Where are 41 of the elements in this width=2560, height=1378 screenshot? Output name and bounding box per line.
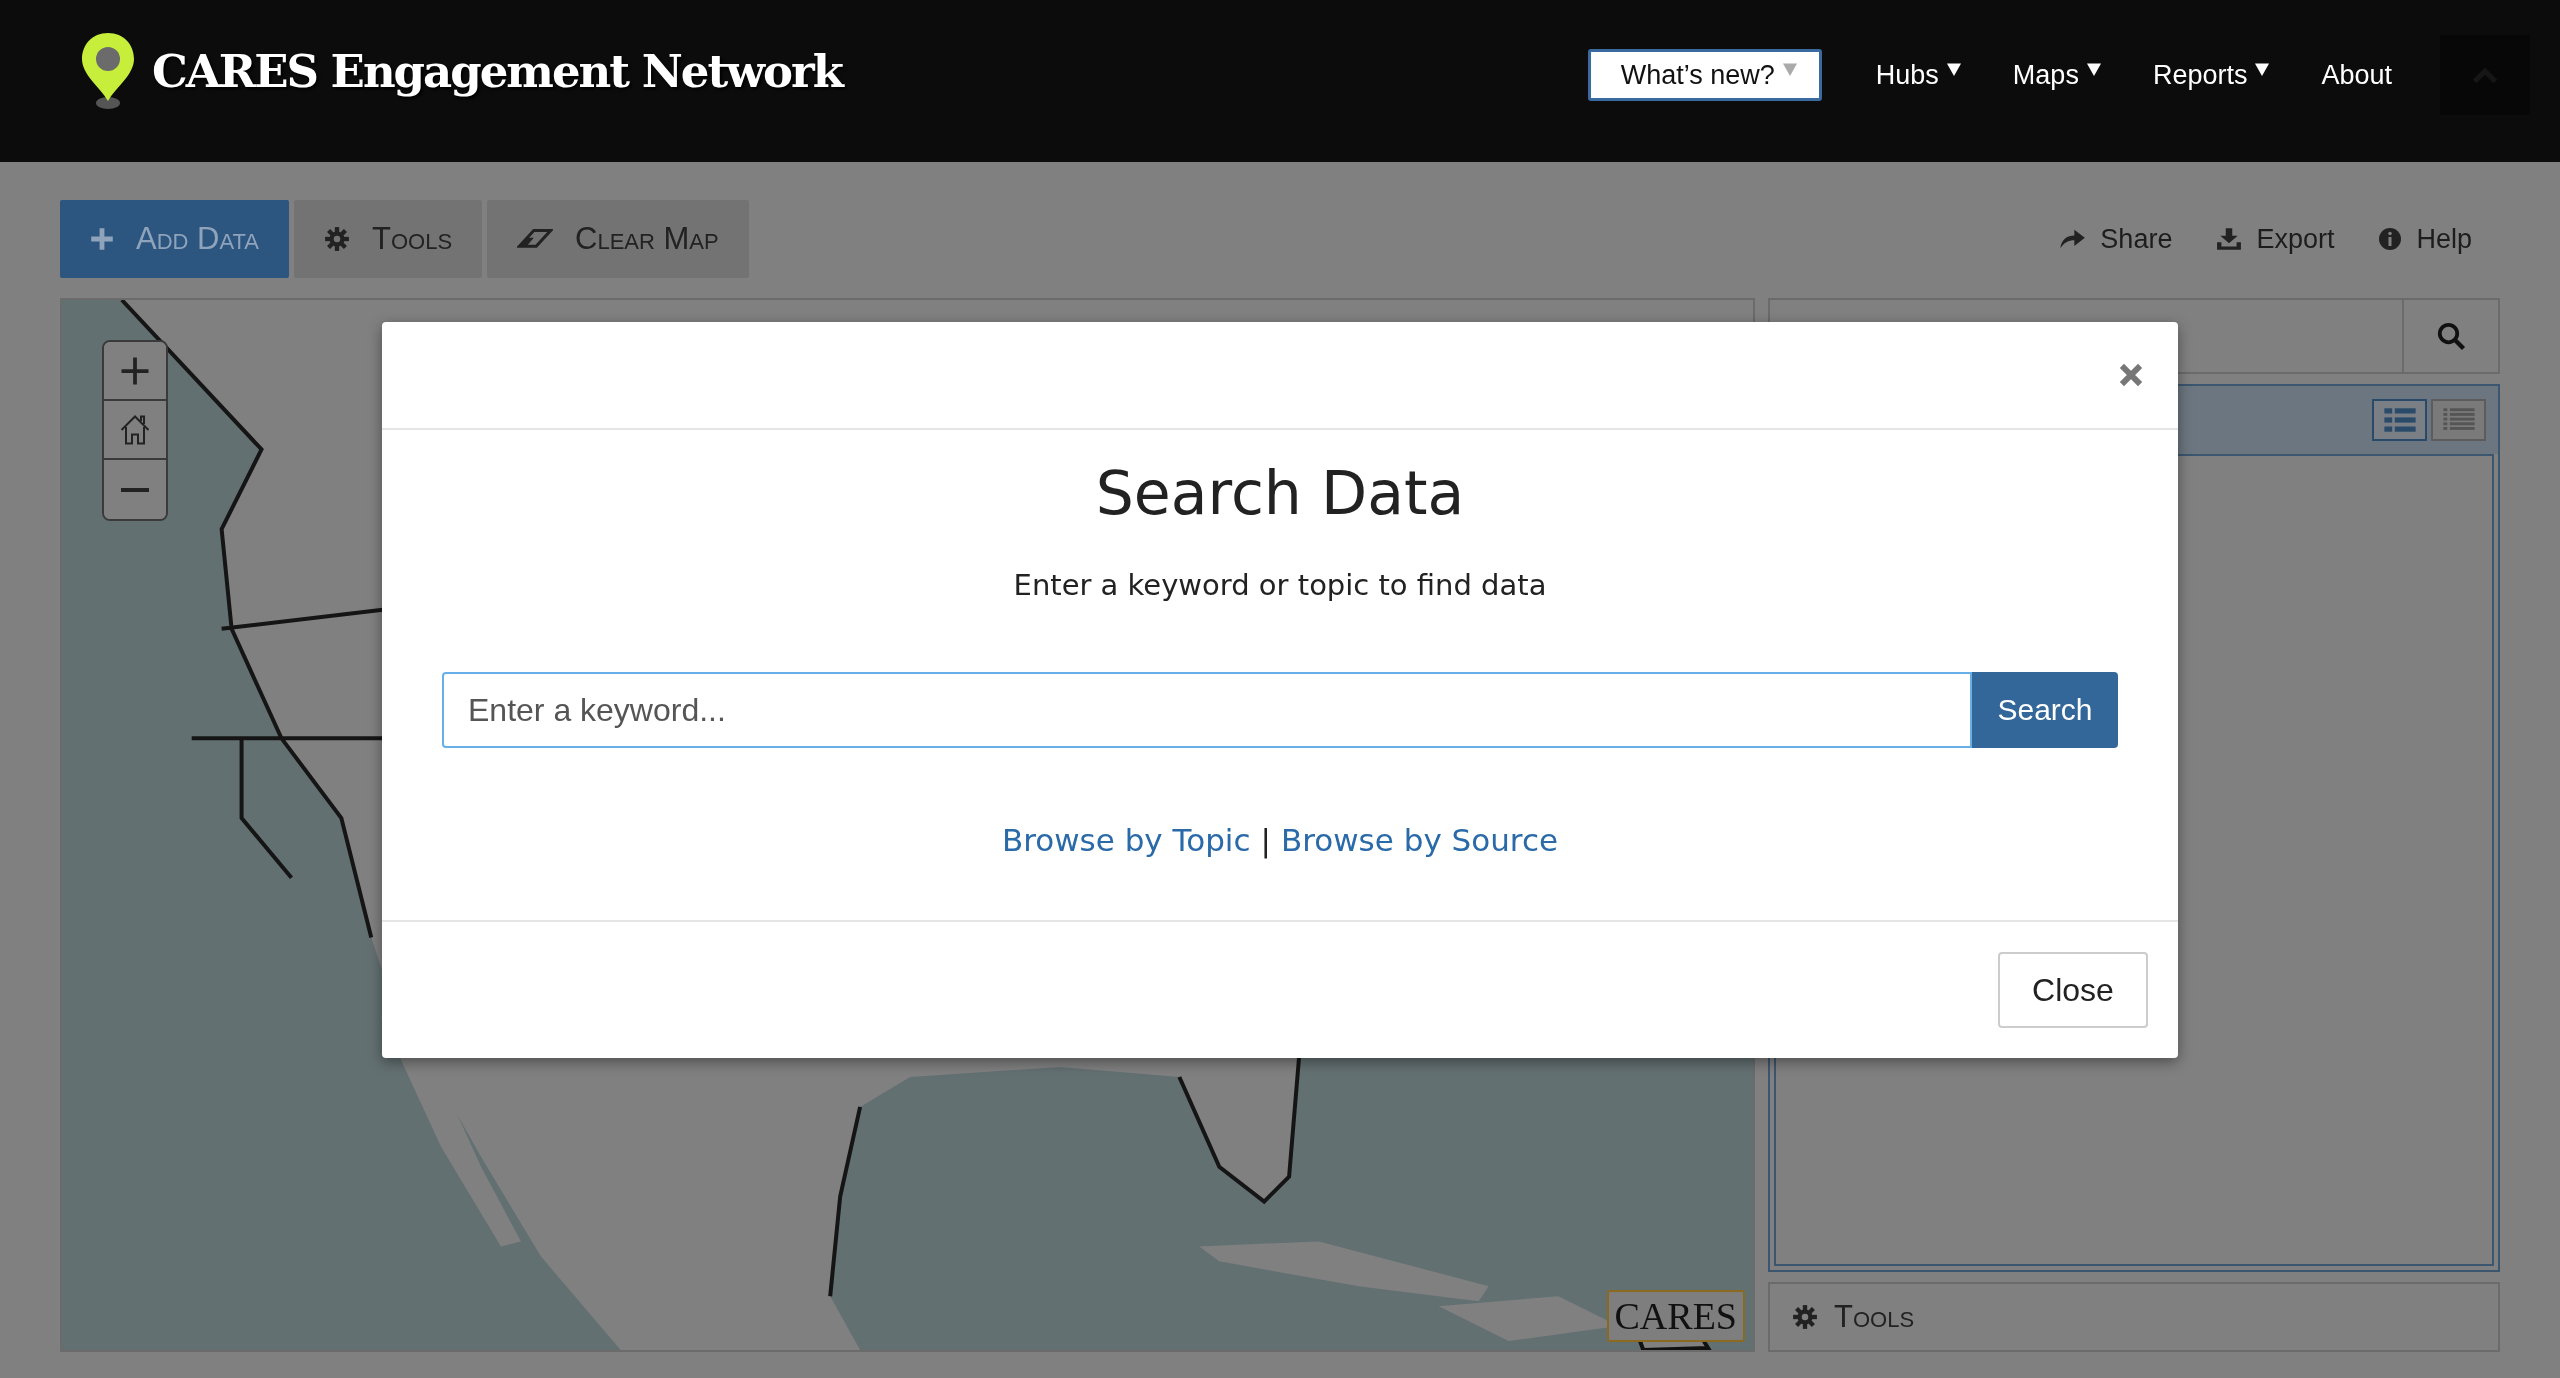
plus-icon xyxy=(90,227,114,251)
close-button[interactable]: Close xyxy=(1998,952,2148,1028)
zoom-in-button[interactable] xyxy=(104,342,166,401)
gear-icon xyxy=(1792,1304,1818,1330)
caret-icon xyxy=(2255,62,2270,76)
search-button[interactable]: Search xyxy=(1972,672,2118,748)
toolbar-button[interactable]: Tools xyxy=(294,200,483,278)
caret-icon xyxy=(1782,62,1797,76)
search-icon xyxy=(2436,321,2466,351)
gear-icon xyxy=(324,226,350,252)
browse-link[interactable]: Browse by Source xyxy=(1280,822,1559,858)
view-toggle[interactable] xyxy=(2431,399,2486,441)
tools-bar[interactable]: Tools xyxy=(1768,1282,2500,1352)
nav-link[interactable]: About xyxy=(2315,59,2398,91)
close-icon xyxy=(2118,362,2144,388)
toolbar-button[interactable]: Add Data xyxy=(60,200,289,278)
view-toggle[interactable] xyxy=(2372,399,2427,441)
map-logo: CARES xyxy=(1606,1290,1745,1342)
site-title: CARES Engagement Network xyxy=(152,44,842,98)
dialog-subtitle: Enter a keyword or topic to find data xyxy=(1013,568,1547,602)
nav-menu[interactable]: Hubs xyxy=(1869,59,1967,91)
list-view-icon xyxy=(2442,407,2475,433)
toolbar-button[interactable]: Clear Map xyxy=(487,200,749,278)
download-icon xyxy=(2216,227,2243,251)
eraser-icon xyxy=(517,227,554,251)
caret-icon xyxy=(1946,62,1961,76)
list-view-icon xyxy=(2383,407,2416,433)
browse-link[interactable]: Browse by Topic xyxy=(1001,822,1251,858)
toolbar-link[interactable]: Export xyxy=(2216,223,2335,255)
toolbar-link[interactable]: Share xyxy=(2058,223,2173,255)
whats-new-button[interactable]: What’s new? xyxy=(1587,49,1822,101)
nav-menu[interactable]: Maps xyxy=(2006,59,2107,91)
plus-icon xyxy=(120,355,150,386)
keyword-field[interactable]: Enter a keyword... xyxy=(442,672,1972,748)
caret-icon xyxy=(2086,62,2101,76)
separator: | xyxy=(1260,822,1271,858)
dialog-title: Search Data xyxy=(1095,458,1465,528)
minus-icon xyxy=(121,487,149,492)
toolbar-link[interactable]: Help xyxy=(2378,223,2472,255)
nav-menu[interactable]: Reports xyxy=(2146,59,2276,91)
info-icon xyxy=(2378,227,2403,251)
